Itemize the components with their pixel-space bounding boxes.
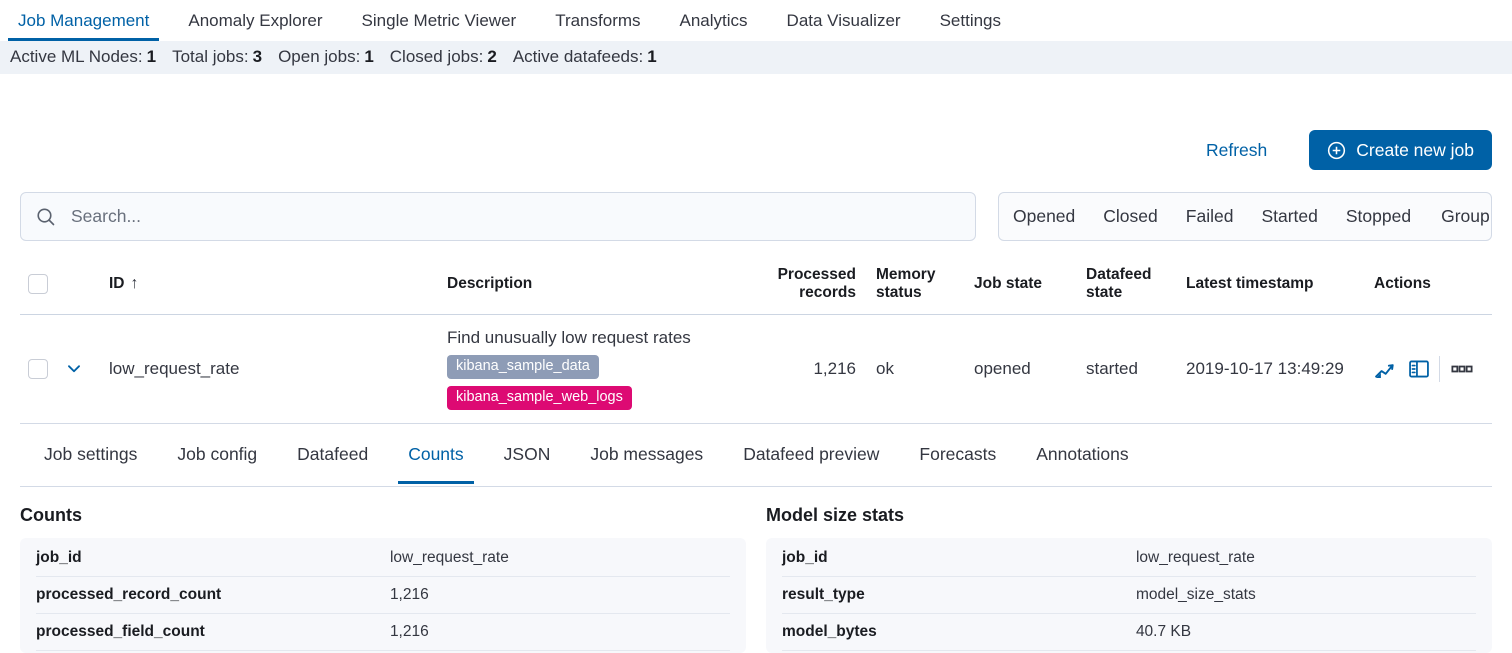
filter-opened-button[interactable]: Opened xyxy=(999,193,1089,240)
stat-open-jobs: Open jobs:1 xyxy=(278,47,374,67)
memory-status-cell: ok xyxy=(876,359,954,379)
tab-single-metric-viewer[interactable]: Single Metric Viewer xyxy=(352,7,527,41)
jobs-table-header: ID ↑ Description Processed records Memor… xyxy=(20,258,1492,315)
column-header-processed-records[interactable]: Processed records xyxy=(748,266,856,302)
search-icon xyxy=(36,207,56,227)
search-input[interactable] xyxy=(69,205,960,228)
tab-job-messages[interactable]: Job messages xyxy=(580,426,713,483)
refresh-button[interactable]: Refresh xyxy=(1206,140,1267,161)
filter-started-button[interactable]: Started xyxy=(1247,193,1331,240)
job-state-cell: opened xyxy=(974,359,1066,379)
search-and-filters: Opened Closed Failed Started Stopped Gro… xyxy=(20,192,1492,241)
column-header-id[interactable]: ID ↑ xyxy=(109,275,447,293)
single-metric-viewer-icon[interactable] xyxy=(1374,358,1396,380)
group-badge[interactable]: kibana_sample_data xyxy=(447,355,599,379)
kv-row: result_type model_size_stats xyxy=(782,577,1476,614)
kv-row: processed_record_count 1,216 xyxy=(36,577,730,614)
job-description-text: Find unusually low request rates xyxy=(447,328,691,348)
select-all-checkbox[interactable] xyxy=(28,274,48,294)
jobs-table: ID ↑ Description Processed records Memor… xyxy=(20,258,1492,424)
filter-stopped-button[interactable]: Stopped xyxy=(1332,193,1425,240)
column-header-job-state[interactable]: Job state xyxy=(974,275,1066,293)
job-row-low-request-rate: low_request_rate Find unusually low requ… xyxy=(20,315,1492,424)
tab-datafeed-preview[interactable]: Datafeed preview xyxy=(733,426,889,483)
kv-row: job_id low_request_rate xyxy=(36,540,730,577)
create-new-job-label: Create new job xyxy=(1356,140,1474,161)
row-actions-cell xyxy=(1374,356,1492,382)
toolbar: Refresh Create new job xyxy=(20,130,1492,170)
model-size-stats-section: Model size stats job_id low_request_rate… xyxy=(766,505,1492,653)
kv-row: model_bytes 40.7 KB xyxy=(782,614,1476,651)
column-header-datafeed-state[interactable]: Datafeed state xyxy=(1086,266,1168,302)
model-size-stats-panel: job_id low_request_rate result_type mode… xyxy=(766,538,1492,653)
create-new-job-button[interactable]: Create new job xyxy=(1309,130,1492,170)
tab-analytics[interactable]: Analytics xyxy=(670,7,758,41)
tab-job-management[interactable]: Job Management xyxy=(8,7,159,41)
chevron-down-icon[interactable] xyxy=(65,360,83,378)
kv-row: processed_field_count 1,216 xyxy=(36,614,730,651)
tab-anomaly-explorer[interactable]: Anomaly Explorer xyxy=(178,7,332,41)
tab-settings[interactable]: Settings xyxy=(930,7,1011,41)
datafeed-state-cell: started xyxy=(1086,359,1168,379)
plus-circle-icon xyxy=(1327,141,1346,160)
group-filter-dropdown[interactable]: Group xyxy=(1425,193,1492,240)
tab-job-config[interactable]: Job config xyxy=(167,426,267,483)
column-header-actions: Actions xyxy=(1374,275,1492,293)
sort-arrow-up-icon: ↑ xyxy=(131,275,139,293)
counts-section-title: Counts xyxy=(20,505,746,526)
kv-row: job_id low_request_rate xyxy=(782,540,1476,577)
filter-button-group: Opened Closed Failed Started Stopped Gro… xyxy=(998,192,1492,241)
anomaly-explorer-icon[interactable] xyxy=(1408,358,1430,380)
stat-total-jobs: Total jobs:3 xyxy=(172,47,262,67)
model-size-stats-title: Model size stats xyxy=(766,505,1492,526)
tab-job-settings[interactable]: Job settings xyxy=(34,426,147,483)
tab-json[interactable]: JSON xyxy=(494,426,561,483)
job-management-content: Refresh Create new job Opened Closed Fai… xyxy=(0,130,1512,653)
counts-tab-content: Counts job_id low_request_rate processed… xyxy=(20,505,1492,653)
tab-counts[interactable]: Counts xyxy=(398,426,473,483)
column-header-description[interactable]: Description xyxy=(447,275,748,293)
tab-data-visualizer[interactable]: Data Visualizer xyxy=(777,7,911,41)
counts-section: Counts job_id low_request_rate processed… xyxy=(20,505,746,653)
stats-bar: Active ML Nodes:1 Total jobs:3 Open jobs… xyxy=(0,41,1512,74)
column-header-latest-timestamp[interactable]: Latest timestamp xyxy=(1186,275,1368,293)
tab-transforms[interactable]: Transforms xyxy=(545,7,650,41)
tab-datafeed[interactable]: Datafeed xyxy=(287,426,378,483)
stat-closed-jobs: Closed jobs:2 xyxy=(390,47,497,67)
latest-timestamp-cell: 2019-10-17 13:49:29 xyxy=(1186,359,1368,379)
job-description-cell: Find unusually low request rates kibana_… xyxy=(447,328,738,410)
job-detail-tabs: Job settings Job config Datafeed Counts … xyxy=(20,424,1492,487)
stat-active-ml-nodes: Active ML Nodes:1 xyxy=(10,47,156,67)
top-navigation: Job Management Anomaly Explorer Single M… xyxy=(0,0,1512,41)
search-box xyxy=(20,192,976,241)
row-checkbox[interactable] xyxy=(28,359,48,379)
filter-failed-button[interactable]: Failed xyxy=(1172,193,1248,240)
boxes-horizontal-icon[interactable] xyxy=(1451,358,1473,380)
counts-panel: job_id low_request_rate processed_record… xyxy=(20,538,746,653)
filter-closed-button[interactable]: Closed xyxy=(1089,193,1171,240)
job-id-cell: low_request_rate xyxy=(109,359,447,379)
column-header-memory-status[interactable]: Memory status xyxy=(876,266,954,302)
tab-annotations[interactable]: Annotations xyxy=(1026,426,1138,483)
actions-divider xyxy=(1439,356,1440,382)
processed-records-cell: 1,216 xyxy=(748,359,856,379)
tab-forecasts[interactable]: Forecasts xyxy=(909,426,1006,483)
group-badge[interactable]: kibana_sample_web_logs xyxy=(447,386,632,410)
stat-active-datafeeds: Active datafeeds:1 xyxy=(513,47,657,67)
